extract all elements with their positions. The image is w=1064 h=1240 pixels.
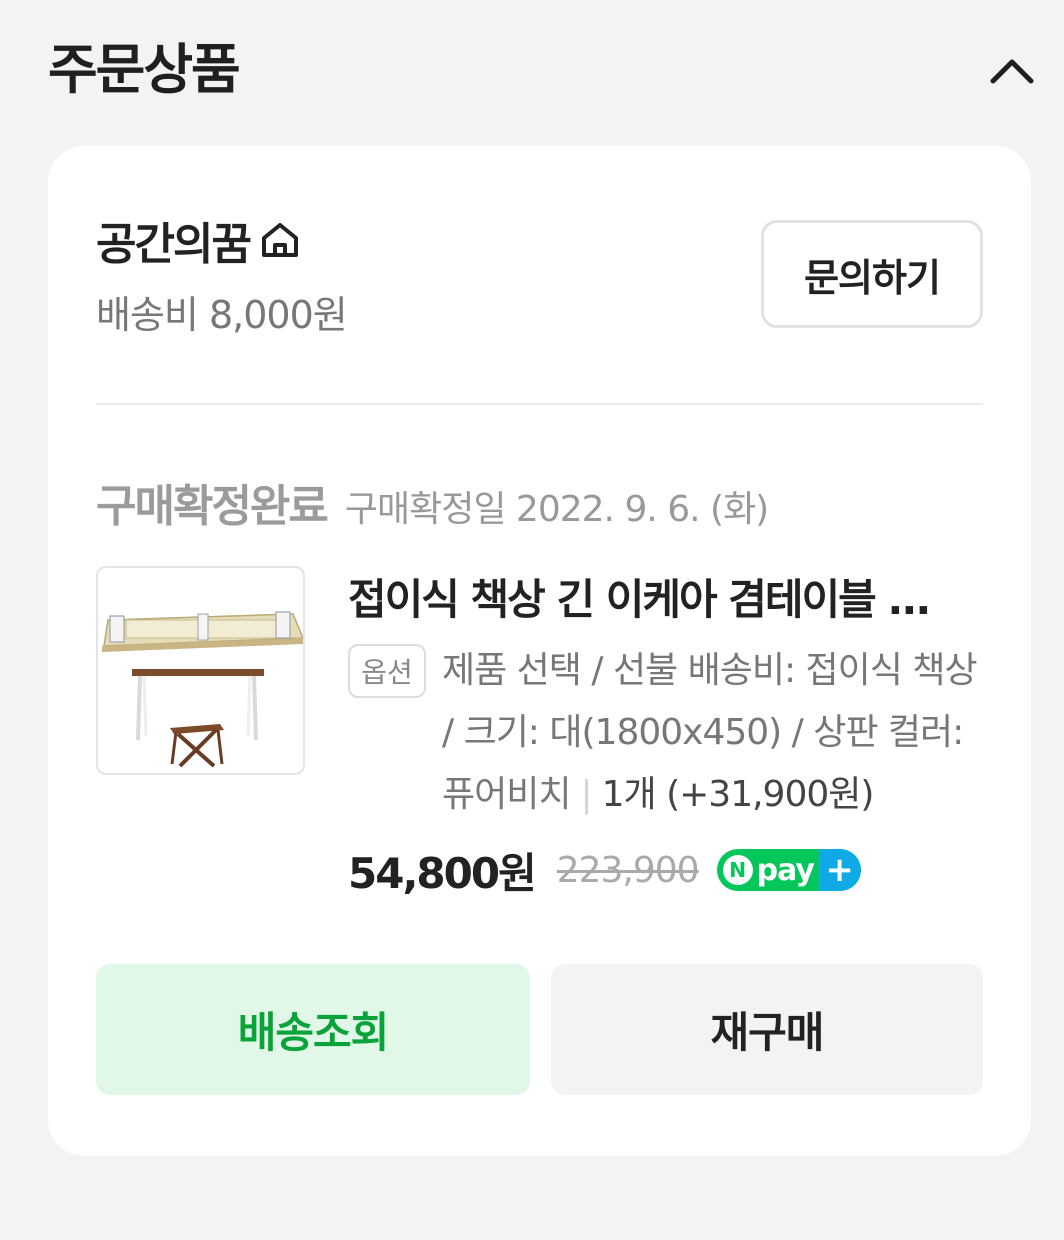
collapse-button[interactable] (986, 44, 1038, 96)
plus-icon: + (818, 849, 861, 891)
order-status-row: 구매확정완료 구매확정일 2022. 9. 6. (화) (96, 470, 769, 532)
naver-n-icon: N (722, 855, 753, 885)
order-status: 구매확정완료 (96, 481, 329, 532)
product-image (98, 568, 303, 773)
divider (96, 403, 983, 405)
product-name[interactable]: 접이식 책상 긴 이케아 겸테이블 ... (348, 566, 988, 626)
original-price: 223,900 (556, 849, 700, 891)
chevron-up-icon (990, 59, 1034, 84)
order-card: 공간의꿈 배송비 8,000원 문의하기 구매확정완료 구매확정일 2022. … (48, 146, 1031, 1156)
home-icon (258, 218, 302, 262)
shipping-fee: 배송비 8,000원 (96, 293, 348, 337)
sale-price: 54,800원 (348, 848, 537, 898)
price-row: 54,800원 223,900 N pay + (348, 840, 861, 900)
quantity: 1개 (+31,900원) (601, 774, 875, 815)
inquiry-button[interactable]: 문의하기 (761, 220, 983, 328)
track-delivery-button[interactable]: 배송조회 (96, 964, 530, 1095)
separator: | (580, 774, 592, 815)
option-badge: 옵션 (348, 644, 426, 698)
npay-plus-badge: N pay + (716, 849, 861, 891)
rebuy-button[interactable]: 재구매 (551, 964, 983, 1095)
product-thumbnail[interactable] (96, 566, 305, 775)
option-details: 제품 선택 / 선불 배송비: 접이식 책상 / 크기: 대(1800x450)… (442, 640, 992, 826)
seller-name-link[interactable]: 공간의꿈 (96, 212, 302, 270)
npay-label: pay (756, 852, 815, 888)
seller-name: 공간의꿈 (96, 219, 252, 270)
section-title: 주문상품 (48, 38, 241, 101)
order-items-header: 주문상품 (48, 34, 1038, 106)
confirm-date: 구매확정일 2022. 9. 6. (화) (344, 489, 769, 530)
